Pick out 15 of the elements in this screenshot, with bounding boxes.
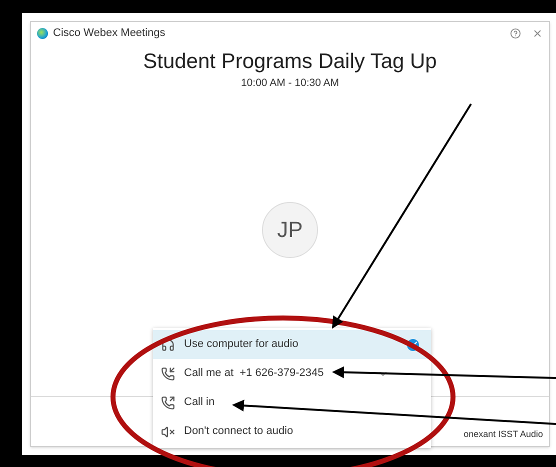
help-button[interactable]: [510, 28, 521, 38]
audio-option[interactable]: Call in: [153, 388, 431, 417]
meeting-time: 10:00 AM - 10:30 AM: [240, 76, 340, 91]
meeting-title: Student Programs Daily Tag Up: [143, 49, 437, 75]
window-title: Cisco Webex Meetings: [53, 26, 166, 41]
close-button[interactable]: [532, 28, 543, 38]
app-logo-icon: [37, 28, 48, 38]
audio-option[interactable]: Call me at +1 626-379-2345: [153, 359, 431, 388]
phone-icon: [161, 366, 175, 380]
phone-icon: [161, 396, 175, 410]
audio-option[interactable]: Don't connect to audio: [153, 417, 431, 446]
speaker-muted-icon: [161, 424, 175, 438]
headset-icon: [161, 338, 175, 352]
audio-device-label: onexant ISST Audio: [464, 428, 543, 441]
avatar: JP: [262, 202, 318, 258]
